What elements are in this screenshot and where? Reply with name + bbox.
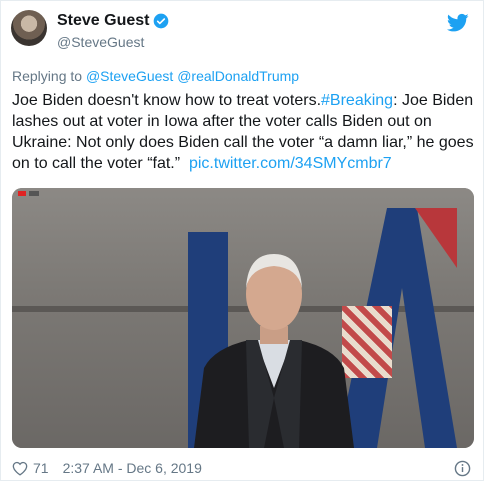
reply-mention-realdonaldtrump[interactable]: @realDonaldTrump [177, 68, 299, 84]
twitter-bird-icon[interactable] [447, 13, 469, 33]
tweet-card: Steve Guest @SteveGuest Replying to @Ste… [0, 0, 484, 481]
video-live-indicator [18, 191, 39, 196]
heart-icon[interactable] [12, 461, 28, 476]
live-dot [18, 191, 26, 196]
author-handle[interactable]: @SteveGuest [57, 34, 144, 50]
hashtag-link[interactable]: #Breaking [321, 92, 393, 109]
author-name-row: Steve Guest [57, 12, 169, 30]
avatar[interactable] [11, 10, 47, 46]
tweet-text-part1: Joe Biden doesn't know how to treat vote… [12, 92, 322, 109]
live-label-bg [29, 191, 39, 196]
reply-mention-steveguest[interactable]: @SteveGuest [86, 68, 173, 84]
video-person [194, 254, 354, 448]
tweet-footer: 71 2:37 AM - Dec 6, 2019 [12, 460, 202, 476]
video-player[interactable] [12, 188, 474, 448]
like-count[interactable]: 71 [33, 460, 49, 476]
tweet-timestamp[interactable]: 2:37 AM - Dec 6, 2019 [63, 460, 202, 476]
reply-prefix: Replying to [12, 68, 83, 84]
author-name[interactable]: Steve Guest [57, 12, 149, 30]
verified-badge-icon [154, 13, 169, 29]
tweet-text: Joe Biden doesn't know how to treat vote… [12, 90, 477, 174]
info-icon[interactable] [454, 460, 471, 477]
media-link[interactable]: pic.twitter.com/34SMYcmbr7 [189, 155, 392, 172]
reply-context: Replying to @SteveGuest @realDonaldTrump [12, 68, 299, 84]
